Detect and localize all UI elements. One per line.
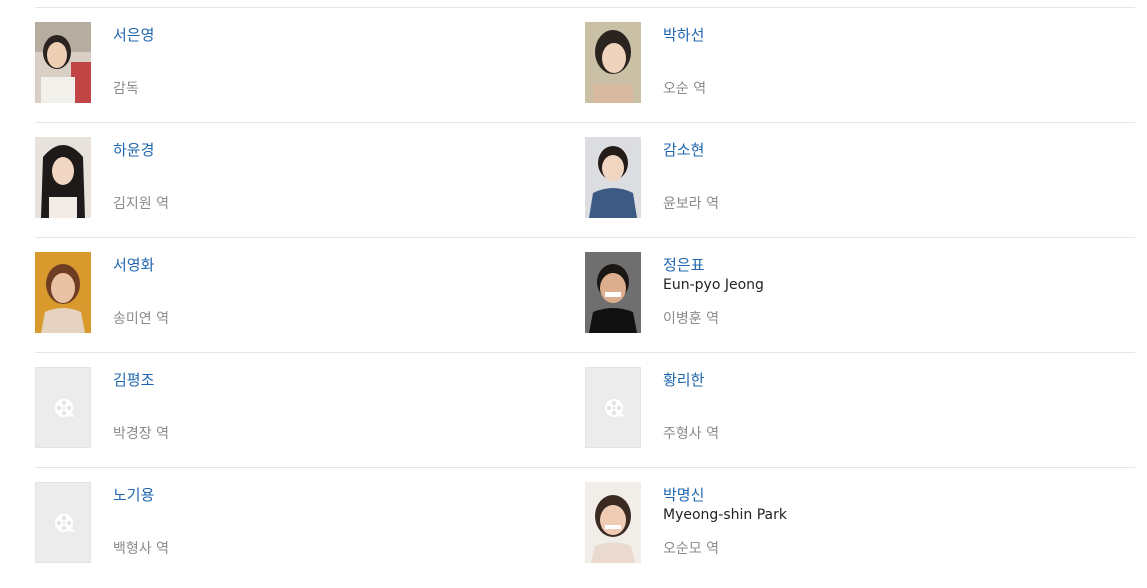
person-role: 김지원 역 — [113, 196, 169, 212]
person-name-english: Myeong-shin Park — [663, 507, 787, 523]
profile-photo[interactable] — [35, 22, 91, 103]
profile-photo[interactable] — [35, 252, 91, 333]
person-role: 감독 — [113, 81, 139, 97]
cast-row: 하윤경 김지원 역 감소현 윤보라 역 — [35, 122, 1135, 237]
film-reel-icon — [605, 399, 624, 417]
person-name[interactable]: 박하선 — [663, 25, 704, 45]
cast-row: 노기용 백형사 역 박명신 Myeong-shin Park 오순모 역 — [35, 467, 1135, 582]
profile-photo[interactable] — [585, 252, 641, 333]
person-role: 이병훈 역 — [663, 311, 719, 327]
person-name[interactable]: 서영화 — [113, 255, 154, 275]
person-role: 송미연 역 — [113, 311, 169, 327]
person-role: 박경장 역 — [113, 426, 169, 442]
profile-photo[interactable] — [585, 22, 641, 103]
cast-row: 김평조 박경장 역 황리한 주형사 역 — [35, 352, 1135, 467]
person-role: 주형사 역 — [663, 426, 719, 442]
cast-row: 서영화 송미연 역 정은표 Eun-pyo Jeong 이병훈 역 — [35, 237, 1135, 352]
person-name[interactable]: 박명신 — [663, 485, 704, 505]
person-name[interactable]: 하윤경 — [113, 140, 154, 160]
person-name[interactable]: 황리한 — [663, 370, 704, 390]
person-name[interactable]: 정은표 — [663, 255, 704, 275]
profile-photo-placeholder[interactable] — [585, 367, 641, 448]
cast-row: 서은영 감독 박하선 오순 역 — [35, 7, 1135, 122]
person-name[interactable]: 감소현 — [663, 140, 704, 160]
profile-photo[interactable] — [585, 482, 641, 563]
person-name[interactable]: 노기용 — [113, 485, 154, 505]
person-role: 오순모 역 — [663, 541, 719, 557]
profile-photo[interactable] — [35, 137, 91, 218]
person-role: 오순 역 — [663, 81, 707, 97]
film-reel-icon — [55, 399, 74, 417]
profile-photo-placeholder[interactable] — [35, 367, 91, 448]
cast-list: 서은영 감독 박하선 오순 역 하윤경 김지원 역 감소현 윤보라 역 서영화 … — [35, 0, 1135, 582]
person-role: 윤보라 역 — [663, 196, 719, 212]
person-name-english: Eun-pyo Jeong — [663, 277, 764, 293]
profile-photo-placeholder[interactable] — [35, 482, 91, 563]
profile-photo[interactable] — [585, 137, 641, 218]
person-role: 백형사 역 — [113, 541, 169, 557]
person-name[interactable]: 서은영 — [113, 25, 154, 45]
person-name[interactable]: 김평조 — [113, 370, 154, 390]
film-reel-icon — [55, 514, 74, 532]
